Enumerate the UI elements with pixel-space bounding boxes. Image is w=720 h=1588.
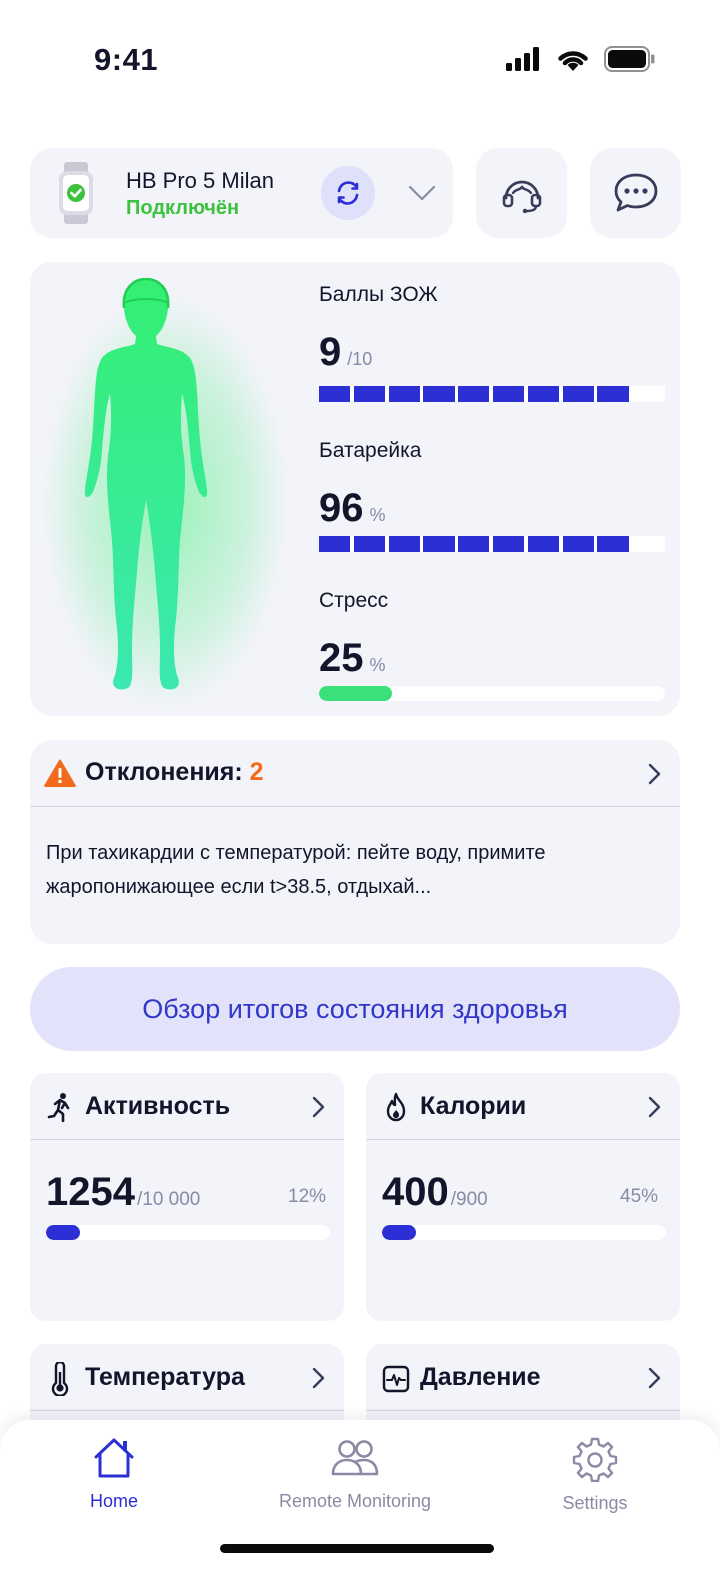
hls-score-number: 9 bbox=[319, 330, 342, 374]
home-indicator bbox=[220, 1544, 494, 1553]
wifi-icon bbox=[558, 51, 588, 71]
bar-segment bbox=[388, 536, 420, 552]
activity-goal: /10 000 bbox=[136, 1189, 201, 1210]
deviations-divider bbox=[30, 806, 680, 807]
bar-segment bbox=[527, 536, 559, 552]
status-bar: 9:41 bbox=[0, 0, 720, 120]
bar-segment bbox=[632, 536, 663, 552]
bar-segment bbox=[458, 536, 490, 552]
support-button[interactable] bbox=[476, 148, 567, 238]
bar-segment bbox=[353, 386, 385, 402]
activity-divider bbox=[30, 1139, 344, 1140]
battery-unit: % bbox=[369, 505, 386, 525]
chevron-right-icon[interactable] bbox=[644, 1094, 664, 1120]
sync-button[interactable] bbox=[321, 166, 375, 220]
users-icon bbox=[331, 1440, 379, 1476]
tab-home[interactable]: Home bbox=[4, 1436, 224, 1512]
deviations-count: 2 bbox=[249, 758, 264, 786]
temperature-title: Температура bbox=[85, 1363, 245, 1391]
device-status: Подключён bbox=[126, 197, 240, 219]
battery-value: 96% bbox=[319, 486, 386, 531]
pulse-monitor-icon bbox=[382, 1365, 410, 1393]
support-headset-icon bbox=[502, 180, 541, 214]
bar-segment bbox=[493, 536, 525, 552]
temperature-divider bbox=[30, 1410, 344, 1411]
hls-score-label: Баллы ЗОЖ bbox=[319, 283, 438, 306]
bar-segment bbox=[632, 386, 663, 402]
flame-icon bbox=[386, 1092, 406, 1122]
home-icon bbox=[94, 1438, 134, 1478]
battery-bar bbox=[319, 536, 665, 552]
activity-percent: 12% bbox=[288, 1186, 327, 1207]
activity-value: 1254/10 000 bbox=[46, 1170, 200, 1215]
human-body-figure bbox=[84, 278, 208, 690]
calories-title: Калории bbox=[420, 1092, 527, 1120]
status-icons bbox=[506, 46, 656, 72]
stress-number: 25 bbox=[319, 636, 364, 680]
hls-score-unit: /10 bbox=[347, 349, 373, 369]
watch-icon bbox=[59, 162, 93, 224]
activity-progress-fill bbox=[46, 1225, 81, 1240]
bar-segment bbox=[562, 386, 594, 402]
tab-remote-monitoring[interactable]: Remote Monitoring bbox=[245, 1436, 465, 1512]
stress-label: Стресс bbox=[319, 589, 389, 612]
bar-segment bbox=[597, 386, 629, 402]
chevron-right-icon[interactable] bbox=[644, 761, 664, 787]
chat-icon bbox=[614, 173, 657, 212]
chevron-right-icon[interactable] bbox=[308, 1094, 328, 1120]
cellular-signal-icon bbox=[506, 47, 539, 71]
running-icon bbox=[47, 1093, 70, 1122]
tab-settings-label: Settings bbox=[562, 1493, 628, 1513]
deviations-title: Отклонения: 2 bbox=[85, 758, 264, 787]
status-time: 9:41 bbox=[94, 42, 159, 77]
bar-segment bbox=[423, 536, 455, 552]
pressure-divider bbox=[366, 1410, 680, 1411]
tab-remote-label: Remote Monitoring bbox=[278, 1491, 432, 1511]
battery-number: 96 bbox=[319, 486, 364, 530]
stress-unit: % bbox=[369, 655, 386, 675]
chevron-right-icon[interactable] bbox=[308, 1365, 328, 1391]
hls-score-value: 9/10 bbox=[319, 330, 372, 375]
activity-steps: 1254 bbox=[46, 1170, 135, 1214]
battery-icon bbox=[604, 46, 655, 72]
bar-segment bbox=[319, 386, 351, 402]
bar-segment bbox=[493, 386, 525, 402]
hls-score-bar bbox=[319, 386, 665, 402]
bar-segment bbox=[353, 536, 385, 552]
bar-segment bbox=[388, 386, 420, 402]
stress-bar-fill bbox=[319, 686, 392, 701]
bar-segment bbox=[319, 536, 351, 552]
activity-title: Активность bbox=[85, 1092, 231, 1120]
pressure-title: Давление bbox=[420, 1363, 541, 1391]
bar-segment bbox=[458, 386, 490, 402]
calories-burned: 400 bbox=[382, 1170, 449, 1214]
chevron-right-icon[interactable] bbox=[644, 1365, 664, 1391]
calories-progress-bar bbox=[382, 1225, 666, 1240]
deviations-text: При тахикардии с температурой: пейте вод… bbox=[46, 842, 546, 898]
warning-icon bbox=[44, 759, 76, 787]
stress-value: 25% bbox=[319, 636, 386, 681]
chat-button[interactable] bbox=[590, 148, 681, 238]
bar-segment bbox=[562, 536, 594, 552]
gear-icon bbox=[572, 1437, 618, 1483]
tab-settings[interactable]: Settings bbox=[485, 1436, 705, 1514]
bar-segment bbox=[423, 386, 455, 402]
battery-label: Батарейка bbox=[319, 439, 422, 462]
bar-segment bbox=[527, 386, 559, 402]
activity-progress-bar bbox=[46, 1225, 330, 1240]
stress-bar bbox=[319, 686, 665, 701]
calories-progress-fill bbox=[382, 1225, 417, 1240]
health-overview-button[interactable]: Обзор итогов состояния здоровья bbox=[30, 967, 680, 1051]
calories-goal: /900 bbox=[450, 1189, 488, 1210]
sync-icon bbox=[337, 181, 359, 205]
device-name: HB Pro 5 Milan bbox=[126, 168, 274, 193]
calories-divider bbox=[366, 1139, 680, 1140]
deviations-label: Отклонения: bbox=[85, 758, 243, 786]
tab-home-label: Home bbox=[89, 1491, 138, 1511]
calories-value: 400/900 bbox=[382, 1170, 488, 1215]
calories-percent: 45% bbox=[620, 1186, 659, 1207]
chevron-down-icon[interactable] bbox=[406, 178, 438, 208]
bar-segment bbox=[597, 536, 629, 552]
thermometer-icon bbox=[51, 1362, 69, 1396]
